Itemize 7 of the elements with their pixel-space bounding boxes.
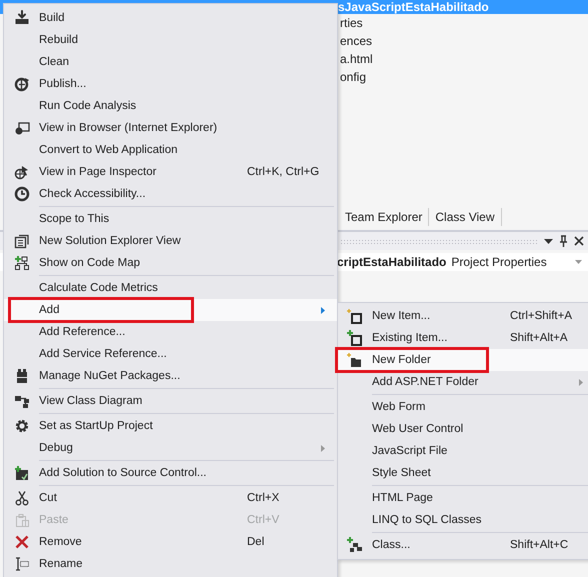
- keyboard-shortcut: Del: [247, 536, 264, 548]
- keyboard-shortcut: Ctrl+V: [247, 514, 280, 526]
- keyboard-shortcut: Shift+Alt+C: [510, 539, 568, 551]
- keyboard-shortcut: Shift+Alt+A: [510, 332, 568, 344]
- keyboard-shortcut: Ctrl+K, Ctrl+G: [247, 166, 320, 178]
- keyboard-shortcut: Ctrl+Shift+A: [510, 310, 572, 322]
- keyboard-shortcut: Ctrl+X: [247, 492, 280, 504]
